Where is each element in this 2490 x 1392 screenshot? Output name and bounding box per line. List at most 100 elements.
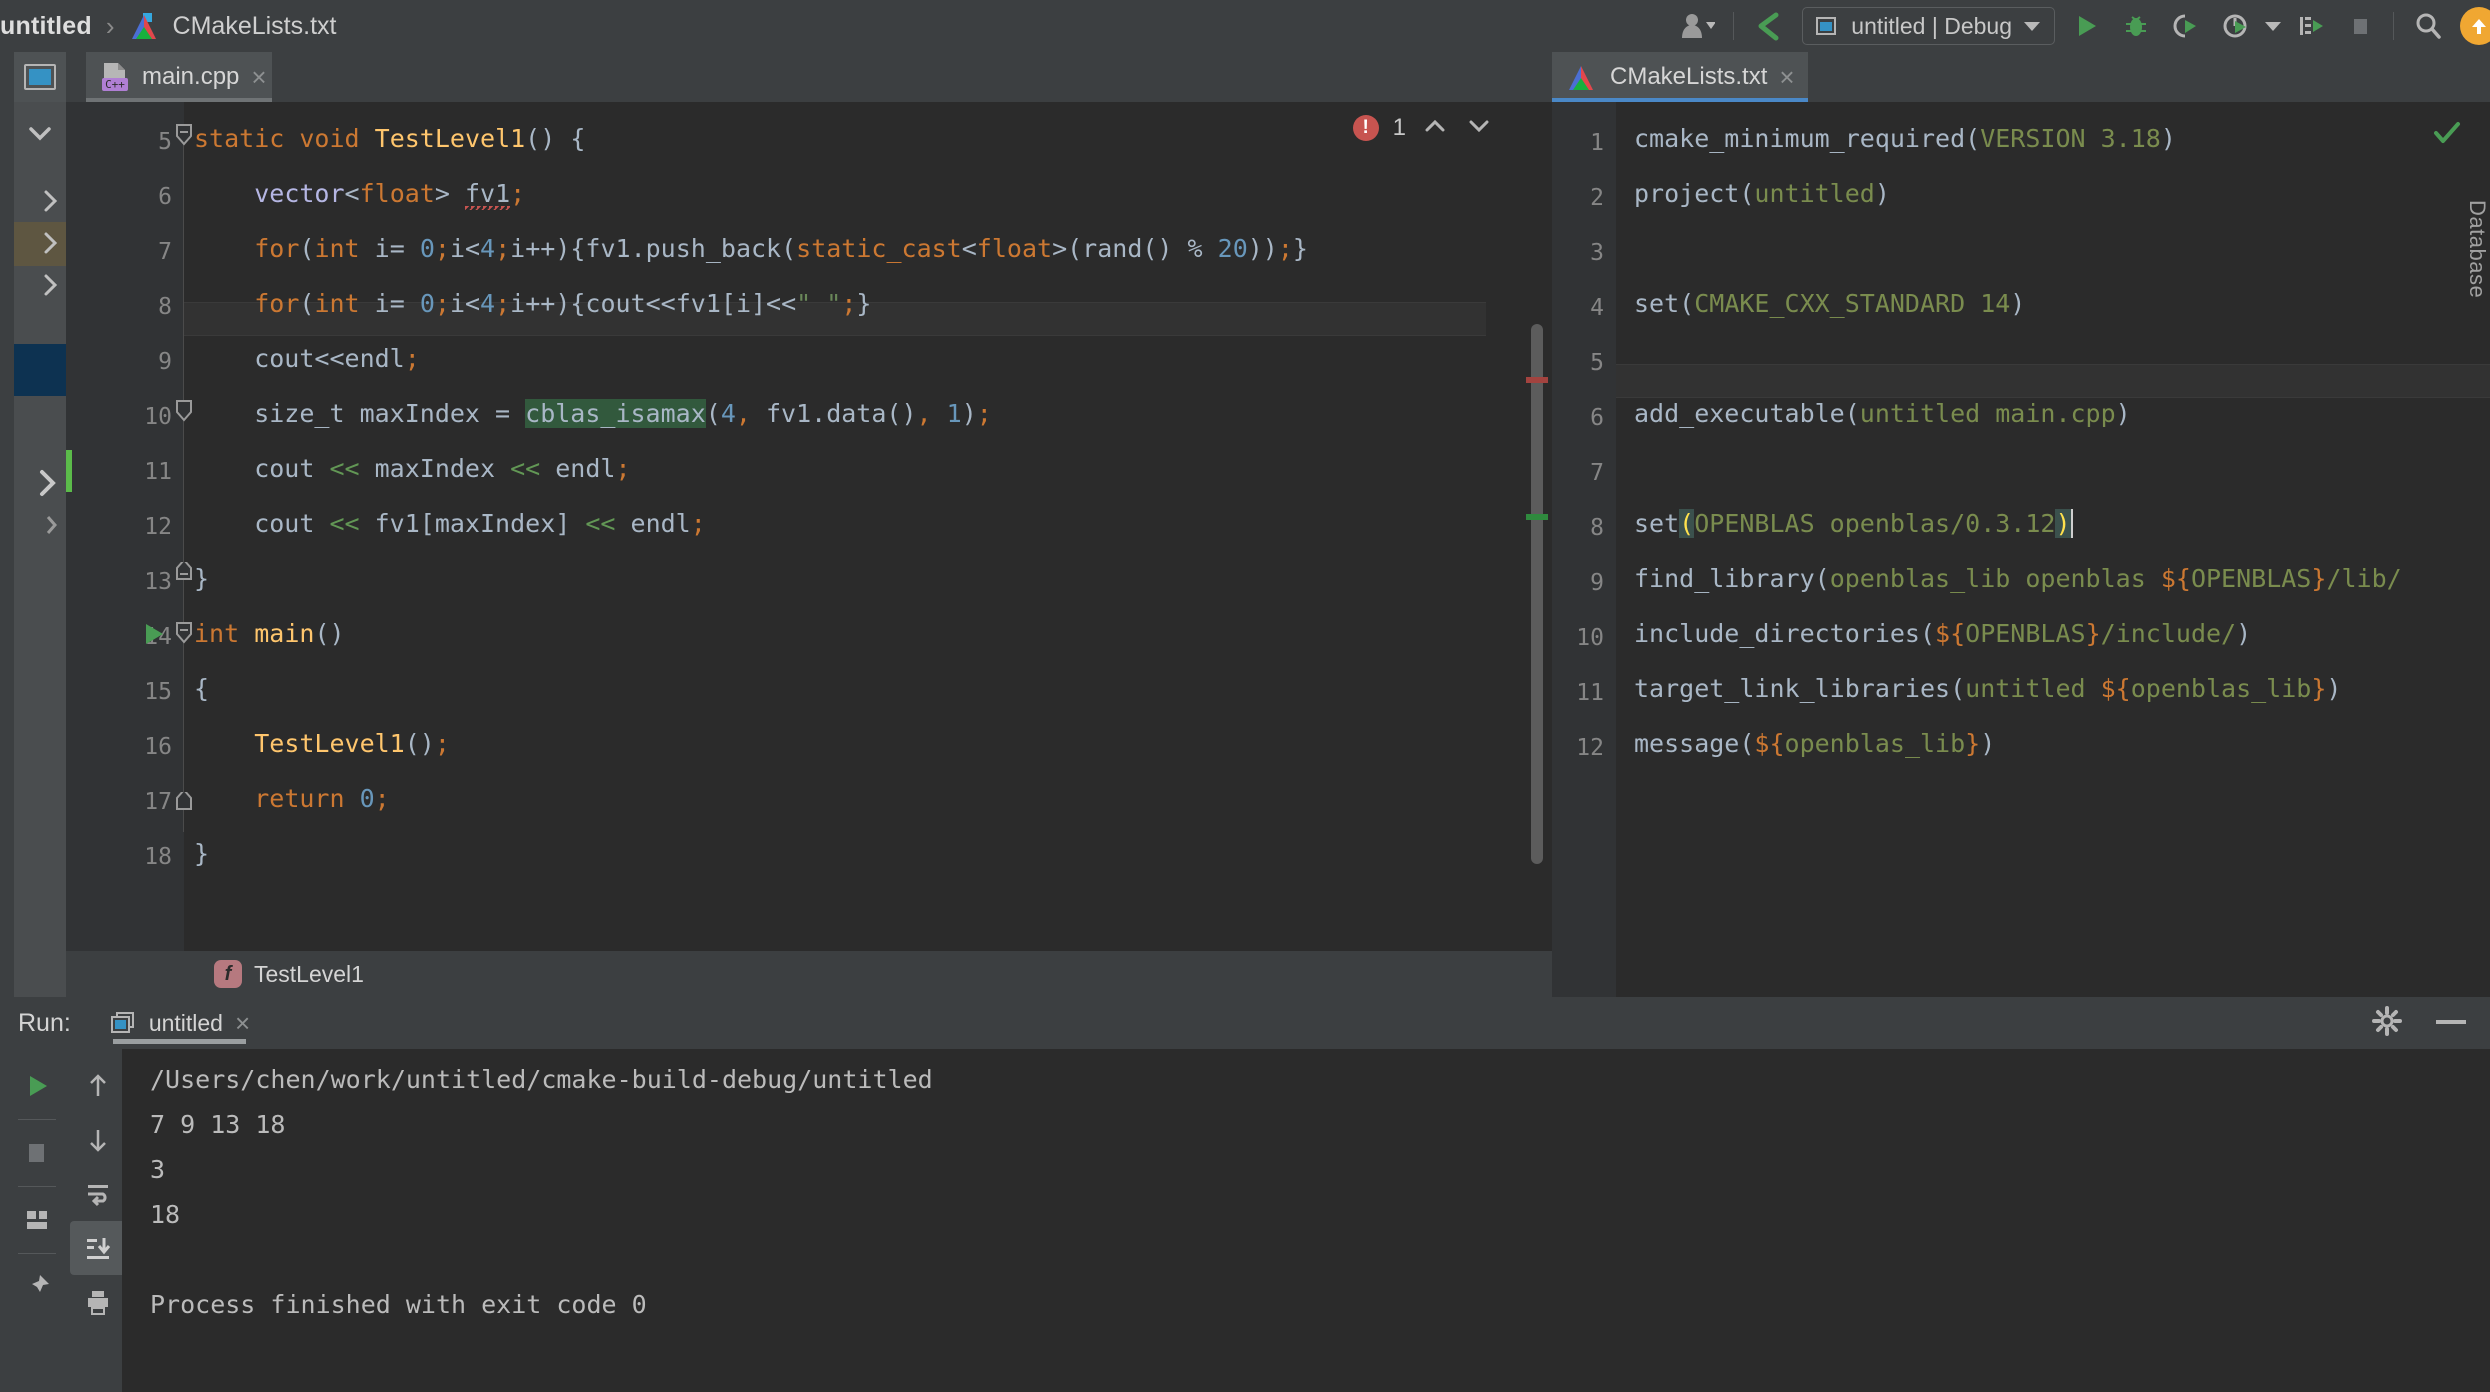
cmake-code[interactable]: cmake_minimum_required(VERSION 3.18) pro… xyxy=(1634,102,2490,997)
run-button[interactable] xyxy=(2061,0,2111,52)
chevron-right-icon[interactable] xyxy=(44,514,60,541)
chevron-up-icon[interactable] xyxy=(1420,115,1450,142)
chevron-right-icon[interactable] xyxy=(42,188,60,219)
fold-collapse-icon[interactable] xyxy=(174,558,194,593)
editor-breadcrumb[interactable]: f TestLevel1 xyxy=(66,951,1552,997)
breadcrumb: untitled › CMakeLists.txt xyxy=(0,0,336,52)
line-number: 11 xyxy=(144,459,172,485)
layout-button[interactable] xyxy=(9,1193,65,1247)
scrollbar-thumb[interactable] xyxy=(1531,324,1543,864)
toolbar-divider xyxy=(1733,12,1735,40)
toolbar-divider xyxy=(18,1186,56,1187)
line-number: 10 xyxy=(144,404,172,430)
rerun-button[interactable] xyxy=(9,1059,65,1113)
tree-item-5[interactable] xyxy=(14,506,66,550)
close-icon[interactable]: × xyxy=(251,64,266,90)
close-icon[interactable]: × xyxy=(235,1010,250,1036)
run-with-coverage-button[interactable] xyxy=(2285,0,2335,52)
project-view-icon[interactable] xyxy=(14,52,66,102)
tree-item-2[interactable] xyxy=(14,222,66,266)
print-button[interactable] xyxy=(70,1275,126,1329)
profile-dropdown-icon[interactable] xyxy=(2261,0,2285,52)
tool-tab-database[interactable]: Database xyxy=(2464,200,2490,298)
project-tool-window[interactable] xyxy=(14,52,66,997)
debug-button[interactable] xyxy=(2111,0,2161,52)
line-number: 7 xyxy=(1590,460,1604,486)
user-avatar-icon[interactable] xyxy=(1671,0,1725,52)
tab-label: main.cpp xyxy=(142,63,240,90)
scroll-down-button[interactable] xyxy=(70,1113,126,1167)
vcs-update-icon[interactable] xyxy=(1742,0,1796,52)
attach-to-process-button[interactable] xyxy=(2161,0,2211,52)
error-count: 1 xyxy=(1392,114,1406,141)
fold-collapse-icon[interactable] xyxy=(174,398,194,429)
breadcrumb-file[interactable]: CMakeLists.txt xyxy=(173,12,337,41)
scroll-up-button[interactable] xyxy=(70,1059,126,1113)
tree-item-1[interactable] xyxy=(14,180,66,224)
inspection-widget[interactable]: ! 1 xyxy=(1352,114,1494,142)
run-toolbar-secondary xyxy=(70,1049,126,1392)
tabbar-right: CMakeLists.txt × xyxy=(1552,52,2490,102)
inspections-ok-icon[interactable] xyxy=(2432,120,2462,151)
run-console[interactable]: /Users/chen/work/untitled/cmake-build-de… xyxy=(122,1049,2490,1392)
fold-collapse-icon[interactable] xyxy=(174,788,194,823)
profile-button[interactable] xyxy=(2211,0,2261,52)
toolbar-divider xyxy=(18,1119,56,1120)
line-number: 16 xyxy=(144,734,172,760)
breadcrumb-project[interactable]: untitled xyxy=(0,12,92,41)
tree-item-4[interactable] xyxy=(14,462,66,506)
chevron-right-icon[interactable] xyxy=(42,272,60,303)
run-panel-label: Run: xyxy=(18,1008,71,1037)
stop-button[interactable] xyxy=(2335,0,2385,52)
breadcrumb-symbol[interactable]: TestLevel1 xyxy=(254,961,364,988)
chevron-down-icon[interactable] xyxy=(25,124,55,149)
vcs-change-marker xyxy=(66,450,72,492)
line-number: 3 xyxy=(1590,240,1604,266)
search-everywhere-icon[interactable] xyxy=(2402,0,2454,52)
cmake-editor[interactable]: 1 2 3 4 5 6 7 8 9 10 11 12 cmake_minimum… xyxy=(1552,102,2490,997)
tree-item-selected[interactable] xyxy=(14,344,66,396)
minimize-icon[interactable] xyxy=(2434,1014,2468,1032)
line-number: 8 xyxy=(158,294,172,320)
project-tree[interactable] xyxy=(14,102,66,997)
chevron-right-icon[interactable] xyxy=(36,466,60,505)
line-number: 17 xyxy=(144,789,172,815)
cpp-code[interactable]: static void TestLevel1() { vector<float>… xyxy=(194,102,1484,997)
cmake-gutter[interactable]: 1 2 3 4 5 6 7 8 9 10 11 12 xyxy=(1552,102,1616,997)
tab-main-cpp[interactable]: C++ main.cpp × xyxy=(86,52,272,102)
line-number: 18 xyxy=(144,844,172,870)
run-gutter-icon[interactable] xyxy=(140,620,168,653)
soft-wrap-button[interactable] xyxy=(70,1167,126,1221)
chevron-right-icon[interactable] xyxy=(42,230,60,261)
fold-collapse-icon[interactable] xyxy=(174,122,194,153)
tree-item-3[interactable] xyxy=(14,264,66,308)
run-tab-underline xyxy=(112,1039,247,1044)
line-number: 5 xyxy=(158,129,172,155)
gear-icon[interactable] xyxy=(2372,1005,2402,1041)
error-icon: ! xyxy=(1352,115,1379,141)
line-number: 9 xyxy=(1590,570,1604,596)
run-tab-untitled[interactable]: untitled × xyxy=(105,997,254,1049)
change-marker[interactable] xyxy=(1526,514,1548,520)
close-icon[interactable]: × xyxy=(1779,64,1794,90)
cpp-editor[interactable]: 5 6 7 8 9 10 11 12 13 14 15 16 17 18 sta… xyxy=(66,102,1552,997)
stop-button[interactable] xyxy=(9,1126,65,1180)
line-number: 6 xyxy=(158,184,172,210)
cpp-gutter[interactable]: 5 6 7 8 9 10 11 12 13 14 15 16 17 18 xyxy=(66,102,184,997)
svg-text:C++: C++ xyxy=(105,78,125,91)
scroll-to-end-button[interactable] xyxy=(70,1221,126,1275)
error-marker[interactable] xyxy=(1526,377,1548,383)
top-toolbar: untitled › CMakeLists.txt untitled | Deb… xyxy=(0,0,2490,52)
toolbar-divider xyxy=(18,1253,56,1254)
pin-button[interactable] xyxy=(9,1260,65,1314)
tab-label: CMakeLists.txt xyxy=(1610,63,1768,90)
chevron-down-icon[interactable] xyxy=(1464,115,1494,142)
editor-scrollbar[interactable] xyxy=(1528,102,1546,997)
cmake-file-icon xyxy=(1566,63,1596,93)
ide-update-icon[interactable] xyxy=(2460,7,2490,45)
run-configuration-selector[interactable]: untitled | Debug xyxy=(1802,7,2055,45)
fold-collapse-icon[interactable] xyxy=(174,620,194,651)
line-number: 9 xyxy=(158,349,172,375)
tab-cmakelists[interactable]: CMakeLists.txt × xyxy=(1552,52,1808,102)
console-line: 7 9 13 18 xyxy=(150,1110,286,1139)
